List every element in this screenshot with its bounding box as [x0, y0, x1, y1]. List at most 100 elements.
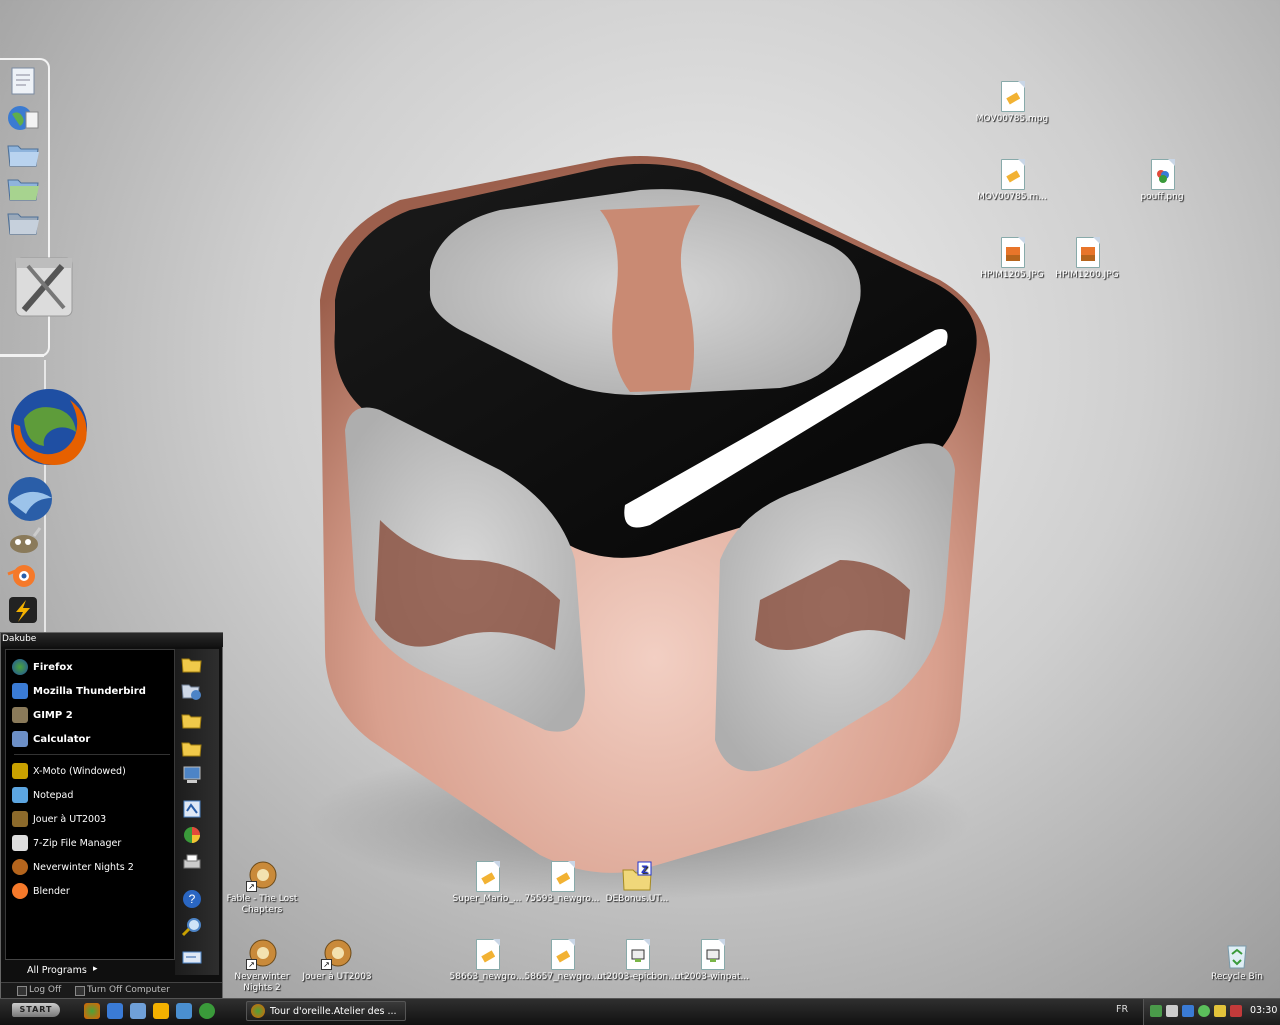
start-menu-footer: Log Off Turn Off Computer — [1, 982, 222, 998]
desktop-icon[interactable]: 58663_newgro... — [447, 938, 527, 983]
desktop-icon[interactable]: pouff.png — [1122, 158, 1202, 203]
blender-icon[interactable] — [6, 560, 40, 590]
start-item-notepad[interactable]: Notepad — [12, 785, 174, 805]
run-icon[interactable] — [181, 947, 203, 967]
photo-file-icon — [1076, 237, 1100, 268]
quicklaunch-messenger-icon[interactable] — [176, 1003, 192, 1019]
desktop-icon[interactable]: Z DEBonus.UT... — [597, 860, 677, 905]
tools-icon[interactable] — [10, 248, 78, 322]
gimp-icon[interactable] — [6, 526, 42, 556]
start-button[interactable]: START — [12, 1003, 60, 1017]
video-file-icon — [476, 939, 500, 970]
printers-icon[interactable] — [181, 853, 203, 873]
desktop-icon[interactable]: MOV00785.m... — [972, 158, 1052, 203]
desktop-icon[interactable]: ↗ Jouer à UT2003 — [297, 938, 377, 983]
search-icon[interactable] — [181, 917, 203, 937]
desktop-icon[interactable]: HPIM1205.JPG — [972, 236, 1052, 281]
video-file-icon — [476, 861, 500, 892]
desktop-icon-glyph: Z — [621, 860, 653, 892]
desktop-icon[interactable]: ut2003-winpat... — [672, 938, 752, 983]
utorrent-tray-icon[interactable] — [1214, 1005, 1226, 1017]
start-item-nwn2[interactable]: Neverwinter Nights 2 — [12, 857, 174, 877]
my-computer-icon[interactable] — [181, 765, 203, 785]
winamp-icon[interactable] — [6, 594, 40, 624]
alert-icon[interactable] — [1230, 1005, 1242, 1017]
folder-icon[interactable] — [6, 138, 40, 168]
my-music-icon[interactable] — [181, 737, 203, 757]
start-menu-programs: Firefox Mozilla Thunderbird GIMP 2 Calcu… — [5, 649, 175, 960]
turn-off-button[interactable]: Turn Off Computer — [87, 985, 170, 995]
language-indicator[interactable]: FR — [1116, 1004, 1128, 1015]
start-item-label: 7-Zip File Manager — [33, 837, 122, 849]
start-item-gimp[interactable]: GIMP 2 — [12, 705, 174, 725]
desktop-icon-glyph: ↗ — [246, 938, 278, 970]
video-file-icon — [551, 861, 575, 892]
quicklaunch-thunderbird-icon[interactable] — [107, 1003, 123, 1019]
left-dock — [0, 58, 87, 638]
start-item-7zip[interactable]: 7-Zip File Manager — [12, 833, 174, 853]
globe-icon[interactable] — [6, 102, 40, 134]
shortcut-arrow-icon: ↗ — [321, 959, 332, 970]
start-item-xmoto[interactable]: X-Moto (Windowed) — [12, 761, 174, 781]
folder-green-icon[interactable] — [6, 172, 40, 202]
desktop-icon-label: Fable - The Lost Chapters — [226, 894, 298, 915]
network-icon[interactable] — [1150, 1005, 1162, 1017]
start-item-firefox[interactable]: Firefox — [12, 657, 174, 677]
folder-gray-icon[interactable] — [6, 206, 40, 236]
set-program-access-icon[interactable] — [181, 825, 203, 845]
speaker-icon[interactable] — [1182, 1005, 1194, 1017]
quicklaunch-firefox-icon[interactable] — [84, 1003, 100, 1019]
firefox-icon[interactable] — [4, 384, 94, 470]
desktop-icon-glyph — [471, 938, 503, 970]
help-icon[interactable]: ? — [181, 889, 203, 909]
desktop-icon[interactable]: ↗ Neverwinter Nights 2 — [222, 938, 302, 994]
desktop-icon[interactable]: Super_Mario_... — [447, 860, 527, 905]
thunderbird-icon[interactable] — [4, 474, 56, 524]
blender-icon — [12, 883, 28, 899]
desktop-icon[interactable]: Recycle Bin — [1197, 938, 1277, 983]
desktop-icon[interactable]: ut2003-epicbon... — [597, 938, 677, 983]
desktop-icon-glyph — [1071, 236, 1103, 268]
taskbar-button-firefox[interactable]: Tour d'oreille.Atelier des ... — [246, 1001, 406, 1021]
messenger-icon[interactable] — [1198, 1005, 1210, 1017]
ut2003-icon — [12, 811, 28, 827]
desktop-icon-glyph — [546, 860, 578, 892]
quicklaunch-winamp-icon[interactable] — [153, 1003, 169, 1019]
desktop-icon-label: DEBonus.UT... — [605, 894, 669, 904]
desktop-icon[interactable]: 75593_newgro... — [522, 860, 602, 905]
start-item-calculator[interactable]: Calculator — [12, 729, 174, 749]
start-item-label: Neverwinter Nights 2 — [33, 861, 134, 873]
shortcut-arrow-icon: ↗ — [246, 959, 257, 970]
my-documents-icon[interactable] — [181, 653, 203, 673]
video-file-icon — [1001, 81, 1025, 112]
desktop-icon-glyph — [996, 236, 1028, 268]
taskbar: START Tour d'oreille.Atelier des ... FR … — [0, 998, 1280, 1025]
log-off-button[interactable]: Log Off — [29, 985, 61, 995]
calculator-icon — [12, 731, 28, 747]
all-programs-button[interactable]: All Programs ▸ — [5, 959, 173, 982]
image-file-icon — [1151, 159, 1175, 190]
start-item-label: Firefox — [33, 661, 73, 673]
start-item-thunderbird[interactable]: Mozilla Thunderbird — [12, 681, 174, 701]
svg-text:Z: Z — [641, 864, 648, 876]
all-programs-label: All Programs — [27, 965, 87, 976]
my-pictures-icon[interactable] — [181, 709, 203, 729]
desktop-icon[interactable]: HPIM1200.JPG — [1047, 236, 1127, 281]
7zip-icon — [12, 835, 28, 851]
desktop-icon-label: Jouer à UT2003 — [302, 972, 372, 982]
desktop-icon[interactable]: 58657_newgro... — [522, 938, 602, 983]
start-item-blender[interactable]: Blender — [12, 881, 174, 901]
xmoto-icon — [12, 763, 28, 779]
battery-icon[interactable] — [1166, 1005, 1178, 1017]
desktop-icon[interactable]: ↗ Fable - The Lost Chapters — [222, 860, 302, 916]
desktop-icon-glyph — [996, 80, 1028, 112]
recent-documents-icon[interactable] — [181, 681, 203, 701]
desktop-icon-label: Neverwinter Nights 2 — [234, 972, 290, 993]
quicklaunch-ie-icon[interactable] — [130, 1003, 146, 1019]
desktop-icon[interactable]: MOV00785.mpg — [972, 80, 1052, 125]
start-item-ut2003[interactable]: Jouer à UT2003 — [12, 809, 174, 829]
quicklaunch-utorrent-icon[interactable] — [199, 1003, 215, 1019]
control-panel-icon[interactable] — [181, 799, 203, 819]
document-icon[interactable] — [8, 66, 38, 96]
desktop-icon-glyph: ↗ — [321, 938, 353, 970]
